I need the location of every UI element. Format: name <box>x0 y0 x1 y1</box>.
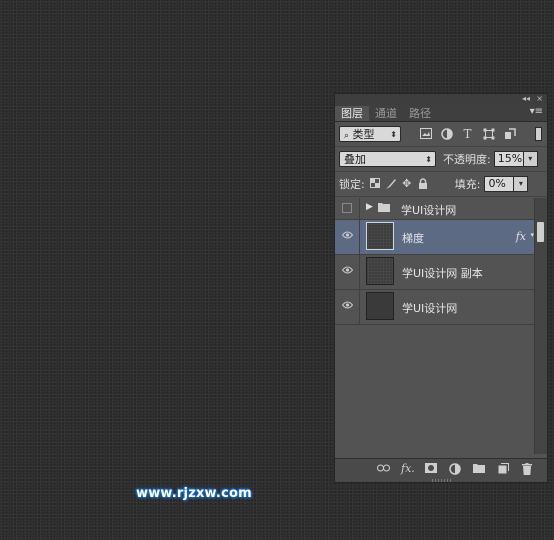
new-layer-icon[interactable] <box>497 463 509 475</box>
eye-icon[interactable] <box>341 266 354 276</box>
visibility-divider <box>359 290 360 324</box>
opacity-input[interactable]: 15% <box>493 151 524 167</box>
lock-label: 锁定: <box>339 178 365 191</box>
panel-menu-icon[interactable]: ▾≡ <box>530 106 543 117</box>
fx-icon[interactable]: fx. <box>401 463 415 475</box>
new-group-icon[interactable] <box>473 463 485 475</box>
layer-row-selected[interactable]: 梯度 fx ▾ <box>335 220 535 255</box>
layer-name: 梯度 <box>402 232 424 245</box>
filter-toggle[interactable] <box>535 127 542 141</box>
filter-row: ⌕ 类型 ⬍ T <box>335 122 547 147</box>
chevron-updown-icon: ⬍ <box>425 155 432 164</box>
layer-row[interactable]: 学UI设计网 <box>335 290 535 325</box>
layers-scrollbar[interactable] <box>534 198 547 454</box>
layer-row[interactable]: 学UI设计网 副本 <box>335 255 535 290</box>
tab-layers[interactable]: 图层 <box>335 106 369 121</box>
layers-panel: ◂◂ × 图层 通道 路径 ▾≡ ⌕ 类型 ⬍ T 叠加 ⬍ 不透明度: 15%… <box>334 93 548 483</box>
tab-channels[interactable]: 通道 <box>369 106 403 121</box>
visibility-divider <box>359 198 360 219</box>
tab-paths[interactable]: 路径 <box>403 106 437 121</box>
layer-name: 学UI设计网 <box>402 302 458 315</box>
shape-filter-icon[interactable] <box>482 128 495 141</box>
smart-object-filter-icon[interactable] <box>503 127 516 141</box>
layer-name: 学UI设计网 <box>401 204 457 217</box>
visibility-divider <box>359 255 360 289</box>
collapse-panel-icon[interactable]: ◂◂ <box>522 94 530 104</box>
lock-transparent-pixels-icon[interactable] <box>369 178 381 190</box>
layers-list: ▶ 学UI设计网 梯度 fx ▾ 学UI设计网 副本 学UI设计网 <box>335 198 535 454</box>
delete-icon[interactable] <box>521 463 533 475</box>
lock-row: 锁定: ✥ 填充: 0% ▾ <box>335 172 547 197</box>
lock-all-icon[interactable] <box>417 178 429 190</box>
search-icon: ⌕ <box>344 131 350 141</box>
eye-icon[interactable] <box>341 301 354 311</box>
image-filter-icon[interactable] <box>419 127 432 141</box>
type-filter-icon[interactable]: T <box>461 127 474 141</box>
visibility-toggle[interactable] <box>342 203 352 213</box>
fill-label: 填充: <box>454 178 481 191</box>
scroll-thumb[interactable] <box>537 222 544 242</box>
layer-thumbnail[interactable] <box>366 222 394 250</box>
opacity-slider-button[interactable]: ▾ <box>523 151 538 167</box>
watermark-text: www.rjzxw.com <box>136 486 252 501</box>
layer-group-row[interactable]: ▶ 学UI设计网 <box>335 198 535 220</box>
blend-mode-select[interactable]: 叠加 ⬍ <box>339 151 436 167</box>
panel-tabs: 图层 通道 路径 ▾≡ <box>335 105 547 122</box>
folder-icon <box>378 202 390 215</box>
filter-kind-value: 类型 <box>352 128 375 141</box>
expand-triangle-icon[interactable]: ▶ <box>366 202 373 212</box>
mask-icon[interactable] <box>425 463 437 475</box>
layers-bottom-toolbar: fx. <box>335 458 547 482</box>
lock-image-pixels-icon[interactable] <box>385 178 397 190</box>
filter-icons: T <box>419 127 516 141</box>
lock-position-icon[interactable]: ✥ <box>401 178 413 190</box>
opacity-label: 不透明度: <box>443 153 491 166</box>
layer-thumbnail[interactable] <box>366 292 394 320</box>
panel-title-bar: ◂◂ × <box>335 94 547 105</box>
eye-icon[interactable] <box>341 231 354 241</box>
fx-badge-icon[interactable]: fx <box>516 230 526 243</box>
close-panel-icon[interactable]: × <box>536 94 543 104</box>
blend-row: 叠加 ⬍ 不透明度: 15% ▾ <box>335 147 547 172</box>
link-layers-icon[interactable] <box>377 463 390 475</box>
filter-kind-select[interactable]: ⌕ 类型 ⬍ <box>339 126 401 142</box>
layer-name: 学UI设计网 副本 <box>402 267 483 280</box>
layer-thumbnail[interactable] <box>366 257 394 285</box>
chevron-updown-icon: ⬍ <box>390 130 397 139</box>
adjustment-layer-icon[interactable] <box>449 463 461 475</box>
fill-input[interactable]: 0% <box>484 176 515 192</box>
visibility-divider <box>359 220 360 254</box>
fill-slider-button[interactable]: ▾ <box>514 176 529 192</box>
blend-mode-value: 叠加 <box>344 153 366 166</box>
resize-grip[interactable] <box>432 479 452 482</box>
adjustment-filter-icon[interactable] <box>440 127 453 141</box>
